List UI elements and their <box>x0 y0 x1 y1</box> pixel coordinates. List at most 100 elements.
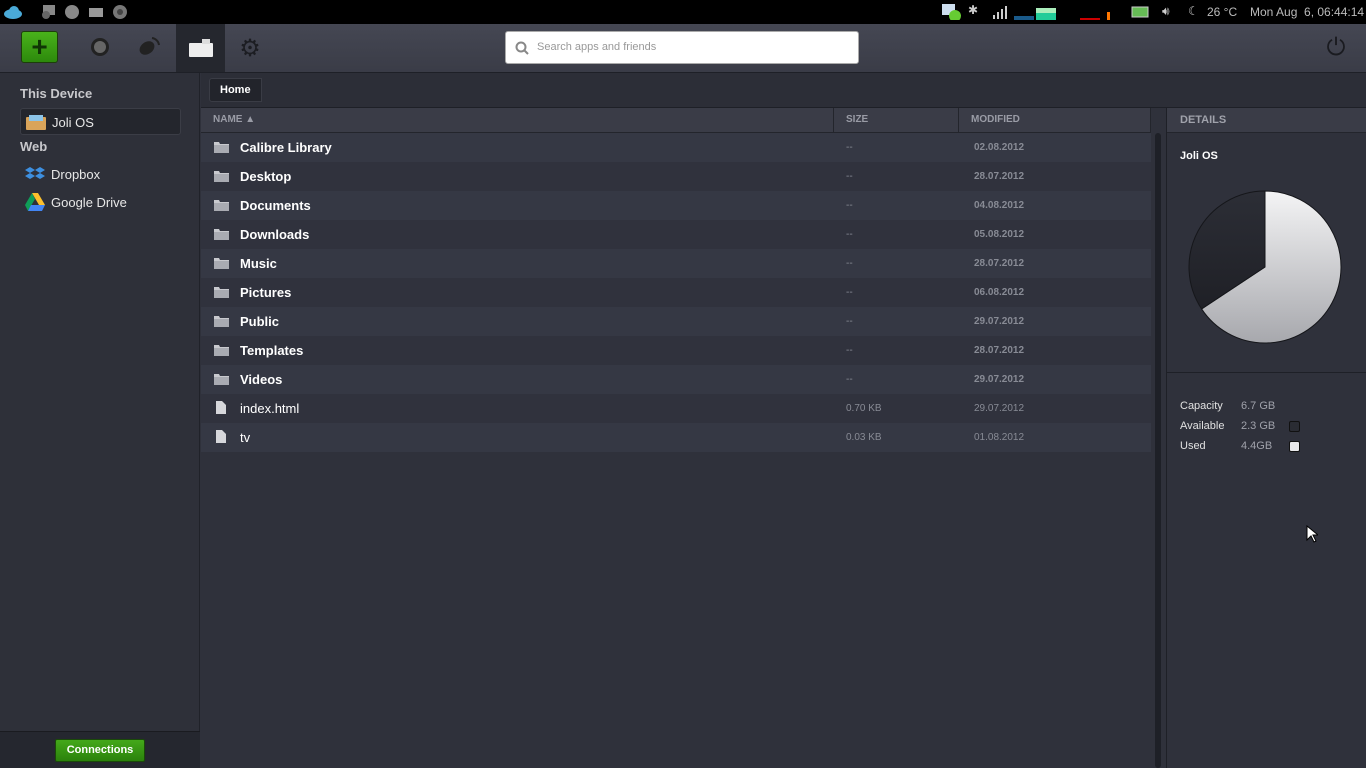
available-stat: Available 2.3 GB <box>1180 420 1300 432</box>
folder-icon <box>26 115 46 130</box>
file-modified: 04.08.2012 <box>974 200 1025 211</box>
used-value: 4.4GB <box>1241 440 1273 452</box>
file-size: 0.03 KB <box>846 432 882 443</box>
modified-column-header[interactable]: MODIFIED <box>959 108 1151 132</box>
storage-pie-chart <box>1188 190 1342 344</box>
google-drive-icon <box>25 193 45 211</box>
table-row[interactable]: Videos -- 29.07.2012 <box>201 365 1151 394</box>
file-icon <box>216 401 226 414</box>
table-row[interactable]: Desktop -- 28.07.2012 <box>201 162 1151 191</box>
sidebar-item-joli-os[interactable]: Joli OS <box>20 108 181 135</box>
table-row[interactable]: tv 0.03 KB 01.08.2012 <box>201 423 1151 452</box>
add-app-button[interactable]: + <box>21 31 58 63</box>
sidebar-item-dropbox[interactable]: Dropbox <box>20 161 181 188</box>
weather-icon[interactable]: ☾ <box>1188 4 1199 18</box>
chat-icon[interactable] <box>40 4 56 20</box>
used-swatch <box>1289 441 1300 452</box>
sidebar: This Device Joli OS Web Dropbox Google D… <box>0 73 200 768</box>
file-modified: 28.07.2012 <box>974 345 1025 356</box>
file-name: index.html <box>240 401 300 416</box>
toolbar: + ⚙ Search apps and friends ⏻ <box>0 24 1366 73</box>
file-name: tv <box>240 430 251 445</box>
table-row[interactable]: Documents -- 04.08.2012 <box>201 191 1151 220</box>
folder-icon <box>214 374 229 385</box>
volume-icon[interactable]: 🔊︎ <box>1162 4 1170 19</box>
temperature[interactable]: 26 °C <box>1207 5 1237 19</box>
file-size: -- <box>846 258 853 269</box>
connections-bar: Connections <box>0 731 200 768</box>
connections-button[interactable]: Connections <box>55 739 145 762</box>
mail-icon[interactable] <box>88 4 104 20</box>
details-header: DETAILS <box>1167 108 1366 133</box>
file-modified: 29.07.2012 <box>974 403 1025 414</box>
dropbox-icon <box>25 167 45 179</box>
capacity-label: Capacity <box>1180 400 1223 412</box>
app-store-icon <box>91 38 109 56</box>
used-label: Used <box>1180 440 1206 452</box>
status-icon[interactable] <box>64 4 80 20</box>
details-title: Joli OS <box>1180 150 1218 162</box>
search-icon <box>515 41 529 55</box>
battery-icon[interactable] <box>1131 4 1151 20</box>
file-size: -- <box>846 345 853 356</box>
table-row[interactable]: Templates -- 28.07.2012 <box>201 336 1151 365</box>
folder-icon <box>214 345 229 356</box>
scrollbar[interactable] <box>1155 133 1161 768</box>
folder-icon <box>214 200 229 211</box>
details-panel: DETAILS Joli OS Capacity 6.7 GB Available… <box>1166 108 1366 768</box>
power-button[interactable]: ⏻ <box>1312 24 1360 72</box>
app-store-button[interactable] <box>76 24 124 72</box>
messaging-icon[interactable] <box>942 4 962 20</box>
available-swatch <box>1289 421 1300 432</box>
file-modified: 29.07.2012 <box>974 316 1025 327</box>
sidebar-item-google-drive[interactable]: Google Drive <box>20 189 181 216</box>
plus-icon: + <box>31 31 48 62</box>
file-modified: 02.08.2012 <box>974 142 1025 153</box>
file-size: -- <box>846 316 853 327</box>
file-size: 0.70 KB <box>846 403 882 414</box>
table-row[interactable]: Downloads -- 05.08.2012 <box>201 220 1151 249</box>
capacity-stat: Capacity 6.7 GB <box>1180 400 1275 412</box>
file-name: Videos <box>240 372 283 387</box>
cpu-graph-icon <box>1080 12 1110 20</box>
file-modified: 01.08.2012 <box>974 432 1025 443</box>
file-name: Pictures <box>240 285 292 300</box>
sidebar-item-label: Joli OS <box>52 115 94 130</box>
table-row[interactable]: Public -- 29.07.2012 <box>201 307 1151 336</box>
settings-button[interactable]: ⚙ <box>226 24 274 72</box>
capacity-value: 6.7 GB <box>1241 400 1276 412</box>
table-row[interactable]: Music -- 28.07.2012 <box>201 249 1151 278</box>
signal-icon[interactable] <box>992 4 1008 20</box>
file-name: Public <box>240 314 280 329</box>
file-modified: 06.08.2012 <box>974 287 1025 298</box>
file-modified: 28.07.2012 <box>974 258 1025 269</box>
available-value: 2.3 GB <box>1241 420 1276 432</box>
used-stat: Used 4.4GB <box>1180 440 1300 452</box>
cloud-icon[interactable] <box>3 4 23 20</box>
chrome-icon[interactable] <box>112 4 128 20</box>
bluetooth-icon[interactable]: ✱ <box>968 3 978 17</box>
file-size: -- <box>846 142 853 153</box>
mouse-cursor <box>1306 525 1318 543</box>
folder-icon <box>214 171 229 182</box>
size-column-header[interactable]: SIZE <box>834 108 959 132</box>
table-row[interactable]: Calibre Library -- 02.08.2012 <box>201 133 1151 162</box>
clock[interactable]: Mon Aug 6, 06:44:14 <box>1250 5 1364 19</box>
search-input[interactable]: Search apps and friends <box>505 31 859 64</box>
system-top-bar: ✱ 🔊︎ ☾ 26 °C Mon Aug 6, 06:44:14 <box>0 0 1366 24</box>
network-button[interactable] <box>125 24 173 72</box>
file-size: -- <box>846 200 853 211</box>
files-button[interactable] <box>176 24 225 72</box>
folder-icon <box>214 287 229 298</box>
table-row[interactable]: index.html 0.70 KB 29.07.2012 <box>201 394 1151 423</box>
folder-icon <box>188 39 213 57</box>
name-column-header[interactable]: NAME ▲ <box>201 108 834 132</box>
file-size: -- <box>846 229 853 240</box>
file-name: Downloads <box>240 227 310 242</box>
table-header: NAME ▲ SIZE MODIFIED <box>201 108 1151 133</box>
table-row[interactable]: Pictures -- 06.08.2012 <box>201 278 1151 307</box>
search-placeholder: Search apps and friends <box>537 41 657 53</box>
breadcrumb-home[interactable]: Home <box>209 78 262 102</box>
file-name: Documents <box>240 198 311 213</box>
available-label: Available <box>1180 420 1225 432</box>
